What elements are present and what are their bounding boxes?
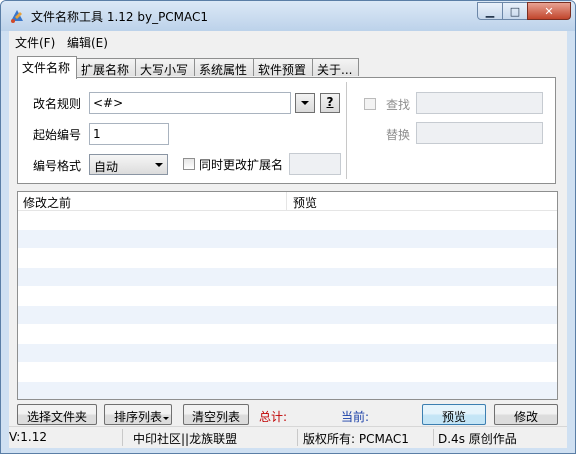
list-header: 修改之前 预览 [18,192,557,211]
replace-input[interactable] [416,122,543,144]
number-format-value: 自动 [94,160,119,174]
menu-edit[interactable]: 编辑(E) [67,34,108,51]
client-area: 文件(F) 编辑(E) 文件名称 扩展名称 大写小写 系统属性 软件预置 关于.… [9,31,567,448]
column-preview[interactable]: 预览 [293,194,317,211]
column-divider[interactable] [286,192,287,210]
status-divider [122,429,123,446]
start-number-label: 起始编号 [33,128,82,142]
number-format-label: 编号格式 [33,159,82,173]
select-folder-button[interactable]: 选择文件夹 [17,404,97,425]
status-version: V:1.12 [9,430,47,444]
close-button[interactable]: ✕ [527,2,571,20]
status-author: D.4s 原创作品 [438,432,517,446]
sort-list-label: 排序列表 [113,410,162,424]
tab-attributes[interactable]: 系统属性 [194,58,254,77]
replace-label: 替换 [386,128,411,142]
status-bar: V:1.12 中印社区||龙族联盟 版权所有: PCMAC1 D.4s 原创作品 [9,426,567,448]
chevron-down-icon [155,163,163,167]
title-bar[interactable]: 文件名称工具 1.12 by_PCMAC1 ▁ □ ✕ [1,1,575,31]
menu-bar: 文件(F) 编辑(E) [9,31,567,51]
tab-presets[interactable]: 软件预置 [253,58,313,77]
menu-file[interactable]: 文件(F) [15,34,55,51]
rule-label: 改名规则 [33,97,82,111]
minimize-button[interactable]: ▁ [477,2,503,20]
close-icon: ✕ [544,4,554,18]
modify-button[interactable]: 修改 [494,404,558,425]
find-checkbox[interactable] [364,98,376,110]
status-divider [433,429,434,446]
number-format-select[interactable]: 自动 [89,154,168,175]
filename-panel: 改名规则 <#> ? 起始编号 1 编号格式 自动 同时更改扩展名 查找 替换 [17,77,556,184]
app-icon [11,10,23,23]
list-row-stripe [18,382,557,399]
tab-filename[interactable]: 文件名称 [17,56,77,79]
tab-extension[interactable]: 扩展名称 [76,58,136,77]
find-label: 查找 [386,98,411,112]
list-row-stripe [18,211,557,229]
change-extension-label: 同时更改扩展名 [199,158,284,172]
status-copyright: 版权所有: PCMAC1 [303,432,409,446]
chevron-down-icon [301,101,309,105]
help-button[interactable]: ? [320,93,340,113]
current-label: 当前: [341,410,370,424]
list-row-stripe [18,268,557,286]
list-row-stripe [18,344,557,362]
list-row-stripe [18,363,557,381]
list-row-stripe [18,325,557,343]
rule-input[interactable]: <#> [89,92,291,114]
column-before[interactable]: 修改之前 [23,194,71,211]
start-number-input[interactable]: 1 [89,123,169,145]
status-community: 中印社区||龙族联盟 [133,432,238,446]
total-label: 总计: [259,410,288,424]
panel-divider [346,82,347,179]
clear-list-button[interactable]: 清空列表 [183,404,249,425]
window-title: 文件名称工具 1.12 by_PCMAC1 [31,10,209,24]
find-input[interactable] [416,92,543,114]
preview-button[interactable]: 预览 [422,404,486,425]
main-window: 文件名称工具 1.12 by_PCMAC1 ▁ □ ✕ 文件(F) 编辑(E) … [0,0,576,454]
minimize-icon: ▁ [485,4,495,18]
list-row-stripe [18,249,557,267]
chevron-down-icon [163,417,169,420]
file-list[interactable]: 修改之前 预览 [17,191,558,400]
maximize-button[interactable]: □ [502,2,528,20]
list-row-stripe [18,287,557,305]
rule-dropdown-button[interactable] [295,93,315,113]
list-row-stripe [18,306,557,324]
sort-list-button[interactable]: 排序列表 [104,404,172,425]
tab-about[interactable]: 关于... [312,58,359,77]
maximize-icon: □ [509,4,521,18]
tab-case[interactable]: 大写小写 [135,58,195,77]
extension-input[interactable] [289,153,341,175]
change-extension-checkbox[interactable] [183,158,195,170]
status-divider [297,429,298,446]
list-row-stripe [18,230,557,248]
